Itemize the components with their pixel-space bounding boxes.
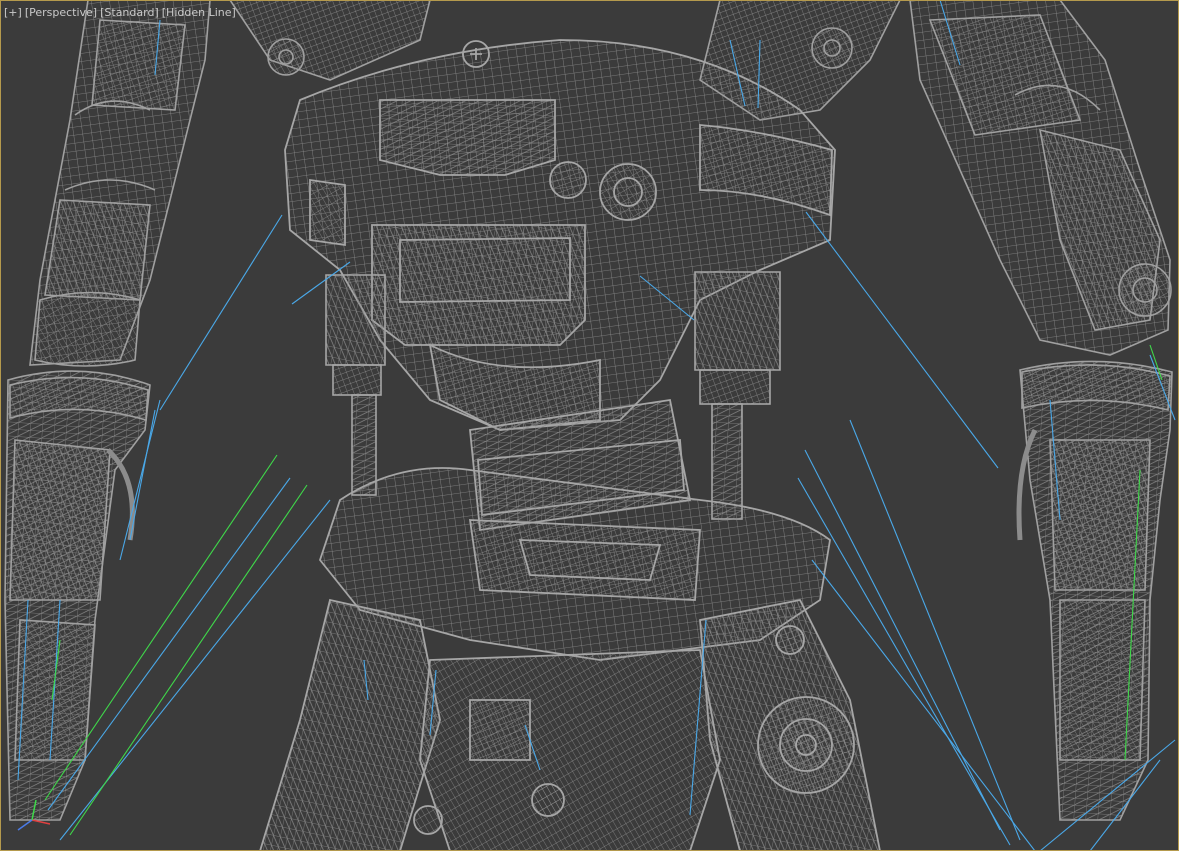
viewport-label-bar: [+] [Perspective] [Standard] [Hidden Lin… — [4, 6, 236, 20]
viewport-view-label[interactable]: [Perspective] — [25, 6, 97, 20]
robot-torso[interactable] — [259, 467, 881, 851]
xyz-axis-tripod-icon — [17, 799, 51, 831]
viewport-style-label[interactable]: [Hidden Line] — [162, 6, 236, 20]
wireframe-model[interactable] — [0, 0, 1179, 851]
right-arm[interactable] — [909, 0, 1172, 356]
left-forearm[interactable] — [4, 370, 151, 821]
right-forearm[interactable] — [1016, 360, 1173, 821]
viewport-shading-label[interactable]: [Standard] — [100, 6, 159, 20]
left-arm[interactable] — [29, 0, 211, 367]
perspective-viewport[interactable]: [+] [Perspective] [Standard] [Hidden Lin… — [0, 0, 1179, 851]
viewport-menu-label[interactable]: [+] — [4, 6, 22, 20]
